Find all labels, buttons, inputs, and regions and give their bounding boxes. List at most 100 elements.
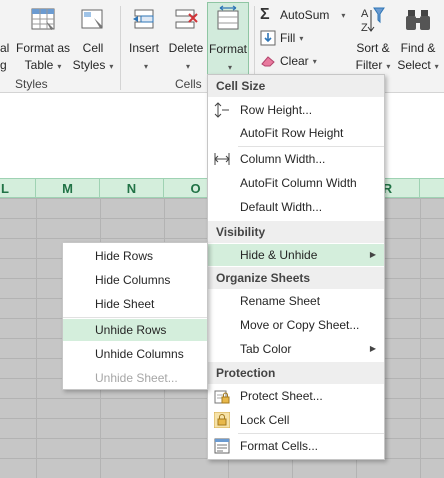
chevron-down-icon: ▾ xyxy=(227,63,232,72)
hide-rows-item[interactable]: Hide Rows xyxy=(63,245,207,267)
tab-color-item[interactable]: Tab Color ▶ xyxy=(208,338,384,360)
sigma-icon: Σ xyxy=(260,6,270,23)
styles-group-label: Styles xyxy=(15,77,48,91)
format-as-table-button[interactable]: Format as Table ▾ xyxy=(14,2,72,76)
fill-button[interactable]: Fill ▾ xyxy=(260,28,303,48)
format-cells-dialog-icon xyxy=(214,438,230,454)
protect-sheet-label: Protect Sheet... xyxy=(240,389,323,403)
find-select-label-2: Select xyxy=(397,58,431,72)
lock-cell-label: Lock Cell xyxy=(240,413,290,427)
menu-separator xyxy=(238,146,384,147)
conditional-formatting-button[interactable]: al g xyxy=(0,2,12,76)
autosum-label: AutoSum xyxy=(280,8,330,22)
chevron-down-icon: ▾ xyxy=(57,62,62,71)
group-divider xyxy=(120,6,121,90)
cell-styles-label: Cell xyxy=(82,41,104,55)
format-as-table-label: Format as xyxy=(15,41,70,55)
chevron-down-icon: ▾ xyxy=(185,62,190,71)
clear-button[interactable]: Clear ▾ xyxy=(260,51,317,71)
chevron-right-icon: ▶ xyxy=(369,344,376,353)
rename-sheet-label: Rename Sheet xyxy=(240,294,321,308)
chevron-down-icon: ▾ xyxy=(299,33,304,43)
column-header-l[interactable]: L xyxy=(0,179,36,198)
insert-button[interactable]: Insert ▾ xyxy=(124,2,164,76)
autofit-row-height-label: AutoFit Row Height xyxy=(240,126,344,140)
find-select-button[interactable]: Find & Select ▾ xyxy=(396,2,440,76)
hide-unhide-submenu: Hide Rows Hide Columns Hide Sheet Unhide… xyxy=(62,242,208,390)
sort-filter-button[interactable]: A Z Sort & Filter ▾ xyxy=(352,2,394,76)
autosum-button[interactable]: Σ AutoSum ▾ xyxy=(260,5,345,25)
hide-rows-label: Hide Rows xyxy=(95,249,154,263)
default-width-label: Default Width... xyxy=(240,200,323,214)
format-cells-item[interactable]: Format Cells... xyxy=(208,435,384,457)
unhide-sheet-label: Unhide Sheet... xyxy=(95,371,178,385)
column-width-icon xyxy=(214,153,230,165)
fill-label: Fill xyxy=(280,31,296,45)
binoculars-icon xyxy=(406,10,430,30)
svg-text:A: A xyxy=(361,8,369,20)
chevron-down-icon: ▾ xyxy=(143,62,148,71)
chevron-down-icon: ▾ xyxy=(341,10,346,20)
menu-separator xyxy=(238,433,384,434)
autofit-column-width-item[interactable]: AutoFit Column Width xyxy=(208,172,384,194)
column-header-n[interactable]: N xyxy=(100,179,164,198)
organize-sheets-section-header: Organize Sheets xyxy=(208,267,384,289)
format-cells-label: Format Cells... xyxy=(240,439,319,453)
row-height-item[interactable]: Row Height... xyxy=(208,99,384,121)
clear-label: Clear xyxy=(280,54,309,68)
row-height-label: Row Height... xyxy=(240,103,313,117)
lock-cell-item[interactable]: Lock Cell xyxy=(208,409,384,431)
cell-styles-button[interactable]: Cell Styles ▾ xyxy=(72,2,114,76)
cells-group-label: Cells xyxy=(175,77,202,91)
delete-button[interactable]: Delete ▾ xyxy=(166,2,206,76)
unhide-sheet-item: Unhide Sheet... xyxy=(63,367,207,389)
unhide-rows-item[interactable]: Unhide Rows xyxy=(63,319,207,341)
insert-label: Insert xyxy=(128,41,159,55)
sort-filter-label: Sort & xyxy=(356,41,390,55)
autofit-row-height-item[interactable]: AutoFit Row Height xyxy=(208,122,384,144)
default-width-item[interactable]: Default Width... xyxy=(208,196,384,218)
unhide-rows-label: Unhide Rows xyxy=(95,323,167,337)
format-as-table-label-2: Table xyxy=(24,58,54,72)
format-as-table-icon xyxy=(31,8,55,30)
autofit-column-width-label: AutoFit Column Width xyxy=(240,176,357,190)
column-header-m[interactable]: M xyxy=(36,179,100,198)
hide-unhide-label: Hide & Unhide xyxy=(240,248,318,262)
move-copy-sheet-item[interactable]: Move or Copy Sheet... xyxy=(208,314,384,336)
chevron-down-icon: ▾ xyxy=(434,62,439,71)
conditional-formatting-label: al xyxy=(0,41,10,55)
chevron-down-icon: ▾ xyxy=(312,56,317,66)
format-button[interactable]: Format ▾ xyxy=(207,2,249,76)
delete-cells-icon xyxy=(175,9,198,29)
lock-icon xyxy=(214,412,230,428)
protect-sheet-item[interactable]: Protect Sheet... xyxy=(208,385,384,407)
hide-sheet-item[interactable]: Hide Sheet xyxy=(63,293,207,315)
find-select-label: Find & xyxy=(400,41,436,55)
row-height-icon xyxy=(214,102,229,118)
hide-unhide-item[interactable]: Hide & Unhide ▶ xyxy=(208,244,384,266)
format-cells-icon xyxy=(217,5,239,30)
move-copy-sheet-label: Move or Copy Sheet... xyxy=(240,318,360,332)
unhide-columns-label: Unhide Columns xyxy=(95,347,184,361)
rename-sheet-item[interactable]: Rename Sheet xyxy=(208,290,384,312)
cell-styles-label-2: Styles xyxy=(72,58,106,72)
column-width-label: Column Width... xyxy=(240,152,326,166)
column-width-item[interactable]: Column Width... xyxy=(208,148,384,170)
conditional-formatting-label-2: g xyxy=(0,58,7,72)
chevron-right-icon: ▶ xyxy=(369,250,376,259)
hide-columns-label: Hide Columns xyxy=(95,273,171,287)
protect-sheet-icon xyxy=(214,390,230,404)
chevron-down-icon: ▾ xyxy=(109,62,114,71)
chevron-down-icon: ▾ xyxy=(386,62,391,71)
insert-cells-icon xyxy=(133,9,154,29)
visibility-section-header: Visibility xyxy=(208,221,384,243)
cell-size-section-header: Cell Size xyxy=(208,75,384,97)
unhide-columns-item[interactable]: Unhide Columns xyxy=(63,343,207,365)
hide-columns-item[interactable]: Hide Columns xyxy=(63,269,207,291)
svg-text:Z: Z xyxy=(361,22,368,34)
fill-down-icon xyxy=(260,30,276,46)
delete-label: Delete xyxy=(168,41,204,55)
menu-separator xyxy=(63,317,207,318)
hide-sheet-label: Hide Sheet xyxy=(95,297,155,311)
eraser-icon xyxy=(261,56,275,67)
